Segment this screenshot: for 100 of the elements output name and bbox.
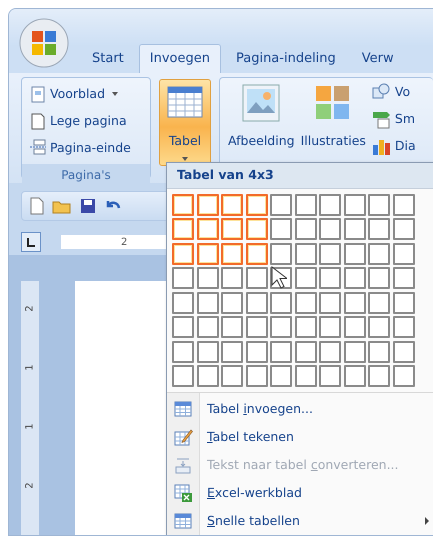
grid-cell[interactable] — [221, 365, 243, 388]
grid-cell[interactable] — [172, 218, 194, 240]
ribbon-button[interactable]: Pagina-einde — [28, 136, 144, 160]
tab-stop-icon[interactable] — [21, 232, 41, 252]
grid-cell[interactable] — [246, 365, 268, 388]
menu-item[interactable]: Excel-werkblad — [167, 479, 433, 508]
grid-cell[interactable] — [221, 194, 243, 216]
ribbon-tab[interactable]: Verw — [350, 44, 405, 73]
save-icon[interactable] — [80, 198, 96, 214]
grid-cell[interactable] — [319, 218, 341, 240]
grid-cell[interactable] — [344, 340, 366, 363]
grid-cell[interactable] — [344, 242, 366, 265]
grid-cell[interactable] — [392, 316, 414, 338]
grid-cell[interactable] — [294, 365, 316, 388]
ribbon-button[interactable]: Illustraties — [298, 78, 368, 157]
grid-cell[interactable] — [344, 365, 366, 388]
grid-cell[interactable] — [196, 340, 218, 363]
grid-cell[interactable] — [392, 194, 414, 216]
grid-cell[interactable] — [392, 340, 414, 363]
grid-cell[interactable] — [196, 242, 218, 265]
grid-cell[interactable] — [368, 316, 390, 338]
grid-cell[interactable] — [294, 267, 316, 290]
ribbon-button[interactable]: Afbeelding — [226, 78, 297, 157]
grid-cell[interactable] — [319, 316, 341, 338]
grid-cell[interactable] — [392, 242, 414, 265]
ribbon-button[interactable]: Lege pagina — [28, 108, 144, 134]
grid-cell[interactable] — [294, 316, 316, 338]
grid-cell[interactable] — [172, 292, 194, 314]
grid-cell[interactable] — [319, 242, 341, 265]
grid-cell[interactable] — [270, 316, 292, 338]
ribbon-button[interactable]: Dia — [370, 134, 418, 159]
grid-cell[interactable] — [368, 267, 390, 290]
ribbon-tab[interactable]: Pagina-indeling — [224, 44, 347, 73]
grid-cell[interactable] — [172, 365, 194, 388]
grid-cell[interactable] — [368, 340, 390, 363]
ribbon-tab[interactable]: Start — [81, 44, 135, 73]
grid-cell[interactable] — [392, 292, 414, 314]
grid-cell[interactable] — [344, 218, 366, 240]
grid-cell[interactable] — [196, 194, 218, 216]
grid-cell[interactable] — [392, 365, 414, 388]
grid-cell[interactable] — [221, 316, 243, 338]
grid-cell[interactable] — [246, 340, 268, 363]
grid-cell[interactable] — [196, 292, 218, 314]
grid-cell[interactable] — [344, 292, 366, 314]
grid-cell[interactable] — [392, 218, 414, 240]
grid-cell[interactable] — [319, 292, 341, 314]
grid-cell[interactable] — [172, 340, 194, 363]
grid-cell[interactable] — [344, 267, 366, 290]
grid-cell[interactable] — [344, 316, 366, 338]
grid-cell[interactable] — [196, 218, 218, 240]
grid-cell[interactable] — [270, 292, 292, 314]
grid-cell[interactable] — [246, 242, 268, 265]
grid-cell[interactable] — [172, 316, 194, 338]
grid-cell[interactable] — [246, 267, 268, 290]
ribbon-button[interactable]: Sm — [370, 107, 418, 132]
grid-cell[interactable] — [294, 242, 316, 265]
office-button[interactable] — [19, 18, 69, 68]
grid-cell[interactable] — [221, 242, 243, 265]
grid-cell[interactable] — [392, 267, 414, 290]
new-document-icon[interactable] — [30, 197, 44, 215]
grid-cell[interactable] — [319, 365, 341, 388]
grid-cell[interactable] — [172, 267, 194, 290]
grid-cell[interactable] — [270, 340, 292, 363]
grid-cell[interactable] — [368, 194, 390, 216]
grid-cell[interactable] — [172, 194, 194, 216]
menu-item[interactable]: Tabel tekenen — [167, 423, 433, 452]
grid-cell[interactable] — [221, 218, 243, 240]
table-button[interactable]: Tabel — [159, 79, 211, 166]
grid-cell[interactable] — [246, 194, 268, 216]
grid-cell[interactable] — [294, 340, 316, 363]
grid-cell[interactable] — [368, 292, 390, 314]
grid-cell[interactable] — [270, 218, 292, 240]
grid-cell[interactable] — [368, 242, 390, 265]
menu-item[interactable]: Tabel invoegen... — [167, 395, 433, 424]
grid-cell[interactable] — [221, 267, 243, 290]
ribbon-button[interactable]: Voorblad — [28, 82, 144, 107]
grid-cell[interactable] — [368, 365, 390, 388]
grid-cell[interactable] — [319, 267, 341, 290]
grid-cell[interactable] — [221, 340, 243, 363]
grid-cell[interactable] — [246, 292, 268, 314]
grid-cell[interactable] — [246, 316, 268, 338]
menu-item[interactable]: Snelle tabellen — [167, 507, 433, 535]
grid-cell[interactable] — [172, 242, 194, 265]
grid-cell[interactable] — [319, 194, 341, 216]
grid-cell[interactable] — [196, 365, 218, 388]
ribbon-button[interactable]: Vo — [370, 80, 418, 105]
grid-cell[interactable] — [196, 267, 218, 290]
grid-cell[interactable] — [344, 194, 366, 216]
grid-cell[interactable] — [294, 292, 316, 314]
grid-cell[interactable] — [270, 365, 292, 388]
grid-cell[interactable] — [368, 218, 390, 240]
grid-cell[interactable] — [319, 340, 341, 363]
grid-cell[interactable] — [246, 218, 268, 240]
grid-cell[interactable] — [270, 242, 292, 265]
ribbon-tab[interactable]: Invoegen — [138, 44, 221, 73]
grid-cell[interactable] — [196, 316, 218, 338]
grid-cell[interactable] — [221, 292, 243, 314]
grid-cell[interactable] — [270, 194, 292, 216]
grid-cell[interactable] — [294, 218, 316, 240]
grid-cell[interactable] — [294, 194, 316, 216]
